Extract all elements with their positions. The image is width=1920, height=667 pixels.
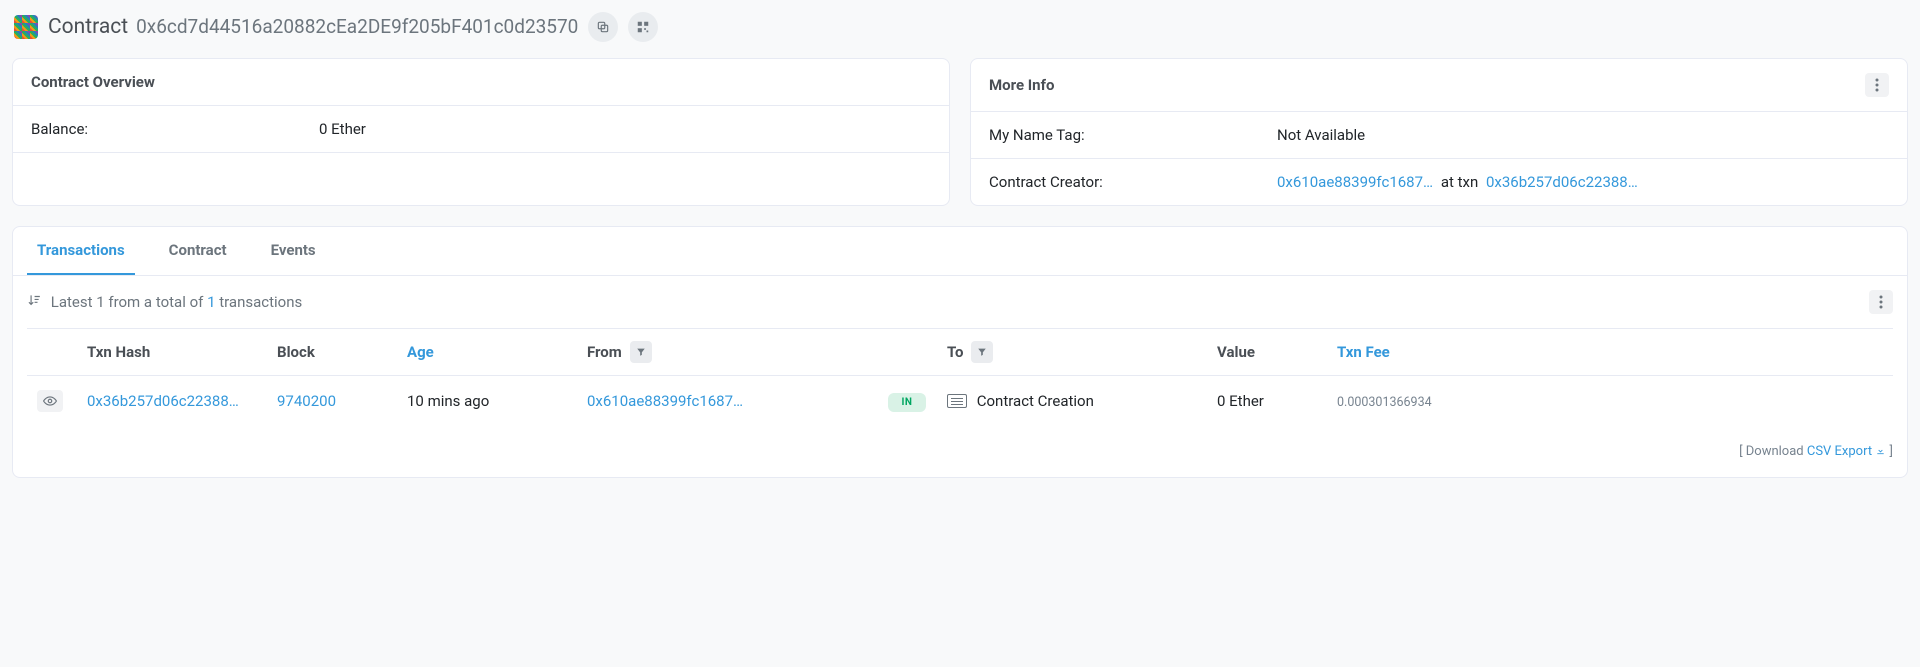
th-txn-fee[interactable]: Txn Fee: [1327, 329, 1893, 376]
balance-row: Balance: 0 Ether: [13, 106, 949, 152]
card-header: More Info: [971, 59, 1907, 112]
filter-from-button[interactable]: [630, 341, 652, 363]
name-tag-label: My Name Tag:: [989, 126, 1277, 144]
txn-hash-link[interactable]: 0x36b257d06c22388…: [87, 392, 239, 410]
filter-to-button[interactable]: [971, 341, 993, 363]
filter-icon: [977, 347, 987, 357]
tx-total-count[interactable]: 1: [207, 293, 215, 311]
page-title-label: Contract: [48, 15, 128, 39]
txn-fee: 0.000301366934: [1337, 395, 1432, 410]
filter-icon: [636, 347, 646, 357]
csv-export-link[interactable]: CSV Export: [1807, 444, 1886, 459]
th-block: Block: [267, 329, 397, 376]
th-to-label: To: [947, 343, 964, 361]
th-value: Value: [1207, 329, 1327, 376]
to-label: Contract Creation: [977, 392, 1094, 410]
export-row: [ Download CSV Export ]: [27, 444, 1893, 459]
tab-contract[interactable]: Contract: [159, 227, 237, 275]
card-title: More Info: [989, 76, 1054, 94]
table-row: 0x36b257d06c22388… 9740200 10 mins ago 0…: [27, 376, 1893, 427]
from-address-link[interactable]: 0x610ae88399fc1687…: [587, 392, 743, 410]
th-age[interactable]: Age: [397, 329, 577, 376]
creator-value: 0x610ae88399fc1687… at txn 0x36b257d06c2…: [1277, 173, 1889, 191]
tab-transactions[interactable]: Transactions: [27, 227, 135, 275]
creator-address-link[interactable]: 0x610ae88399fc1687…: [1277, 173, 1433, 191]
transactions-card: Transactions Contract Events Latest 1 fr…: [12, 226, 1908, 478]
qr-code-button[interactable]: [628, 12, 658, 42]
export-suffix: ]: [1890, 444, 1893, 459]
download-icon: [1875, 445, 1886, 456]
qr-icon: [636, 20, 650, 34]
at-txn-text: at txn: [1441, 173, 1478, 191]
page-header: Contract 0x6cd7d44516a20882cEa2DE9f205bF…: [12, 12, 1908, 42]
tx-info-prefix: Latest 1 from a total of: [51, 293, 207, 311]
th-from: From: [577, 329, 877, 376]
more-info-card: More Info My Name Tag: Not Available Con…: [970, 58, 1908, 206]
contract-address: 0x6cd7d44516a20882cEa2DE9f205bF401c0d235…: [136, 15, 578, 38]
contract-creation-icon: [947, 394, 967, 408]
name-tag-row: My Name Tag: Not Available: [971, 112, 1907, 158]
th-to: To: [937, 329, 1207, 376]
txn-value: 0 Ether: [1207, 376, 1327, 427]
copy-icon: [596, 20, 610, 34]
dots-vertical-icon: [1875, 78, 1879, 92]
sort-amount-down-icon: [27, 293, 45, 311]
dots-vertical-icon: [1879, 295, 1883, 309]
direction-badge: IN: [888, 393, 927, 412]
th-direction: [877, 329, 937, 376]
tx-list-menu-button[interactable]: [1869, 290, 1893, 314]
eye-icon: [43, 394, 57, 408]
block-link[interactable]: 9740200: [277, 392, 336, 410]
tx-info-row: Latest 1 from a total of 1 transactions: [27, 290, 1893, 314]
tab-events[interactable]: Events: [261, 227, 326, 275]
address-blockie-icon: [14, 15, 38, 39]
export-prefix: [ Download: [1739, 444, 1807, 459]
copy-address-button[interactable]: [588, 12, 618, 42]
more-info-menu-button[interactable]: [1865, 73, 1889, 97]
creator-txn-link[interactable]: 0x36b257d06c22388…: [1486, 173, 1638, 191]
th-view: [27, 329, 77, 376]
name-tag-value: Not Available: [1277, 126, 1889, 144]
balance-value: 0 Ether: [319, 120, 931, 138]
page-title: Contract 0x6cd7d44516a20882cEa2DE9f205bF…: [48, 15, 578, 39]
th-from-label: From: [587, 343, 622, 361]
spacer-row: [13, 152, 949, 204]
creator-label: Contract Creator:: [989, 173, 1277, 191]
card-title: Contract Overview: [31, 73, 155, 91]
view-tx-button[interactable]: [37, 390, 63, 412]
tx-info-suffix: transactions: [216, 293, 303, 311]
card-header: Contract Overview: [13, 59, 949, 106]
tabs: Transactions Contract Events: [13, 227, 1907, 276]
th-txn-hash: Txn Hash: [77, 329, 267, 376]
creator-row: Contract Creator: 0x610ae88399fc1687… at…: [971, 158, 1907, 205]
tx-table: Txn Hash Block Age From To: [27, 328, 1893, 426]
contract-overview-card: Contract Overview Balance: 0 Ether: [12, 58, 950, 206]
balance-label: Balance:: [31, 120, 319, 138]
summary-cards: Contract Overview Balance: 0 Ether More …: [12, 58, 1908, 206]
txn-age: 10 mins ago: [397, 376, 577, 427]
